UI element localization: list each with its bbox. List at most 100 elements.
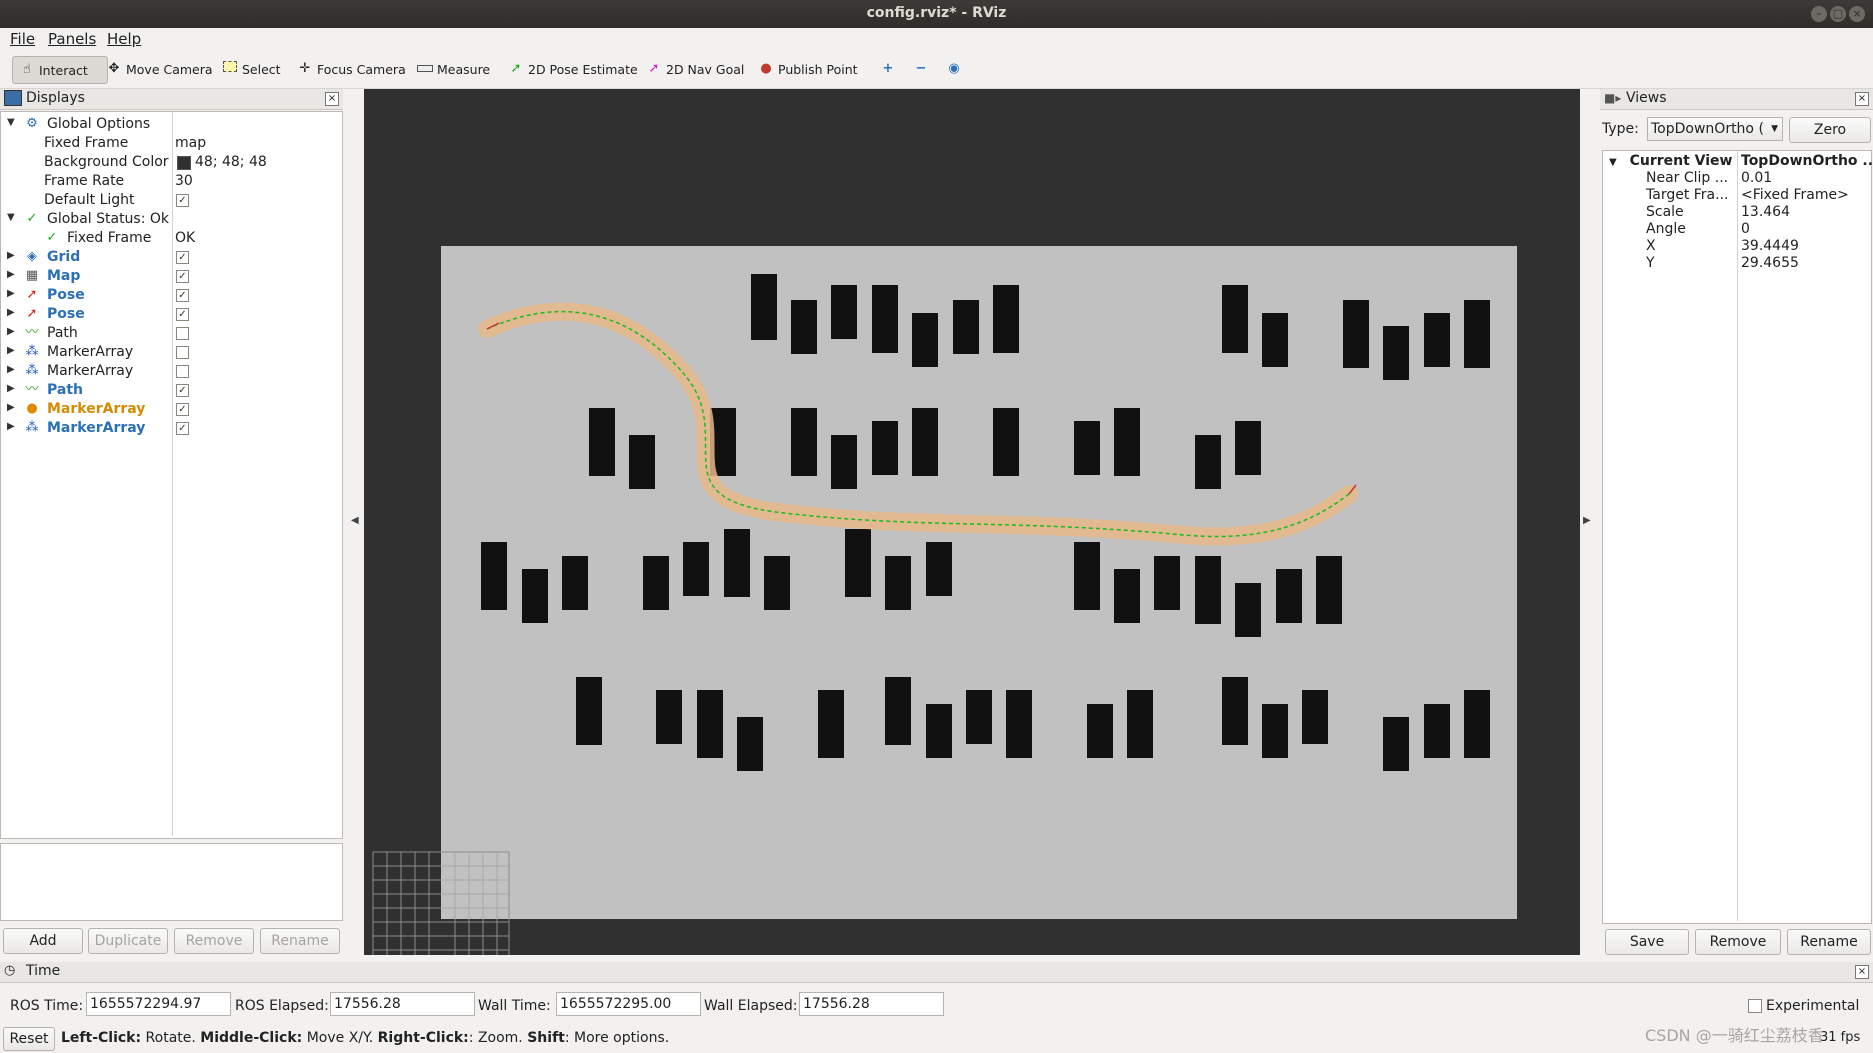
remove-tool-button[interactable]: − — [907, 56, 939, 82]
collapsed-arrow-icon[interactable]: ▶ — [7, 383, 15, 394]
add-display-button[interactable]: Add — [3, 928, 83, 954]
tree-row-pose-2[interactable]: ▶ ➚ Pose ✓ — [1, 305, 340, 324]
map-canvas[interactable] — [364, 89, 1580, 955]
collapsed-arrow-icon[interactable]: ▶ — [7, 307, 15, 318]
tree-row-frame-rate[interactable]: Frame Rate 30 — [1, 172, 340, 191]
collapsed-arrow-icon[interactable]: ▶ — [7, 288, 15, 299]
collapsed-arrow-icon[interactable]: ▶ — [7, 326, 15, 337]
checkbox-unchecked[interactable] — [176, 346, 189, 359]
tree-row-background-color[interactable]: Background Color 48; 48; 48 — [1, 153, 340, 172]
publish-point-tool-button[interactable]: ● Publish Point — [752, 56, 864, 82]
menu-panels[interactable]: Panels — [48, 30, 96, 48]
scale-value[interactable]: 13.464 — [1741, 204, 1790, 221]
tree-row-markerarray-3[interactable]: ▶ ● MarkerArray ✓ — [1, 400, 340, 419]
checkbox-checked[interactable]: ✓ — [176, 289, 189, 302]
pose-estimate-tool-button[interactable]: ➚ 2D Pose Estimate — [502, 56, 644, 82]
ros-time-field[interactable]: 1655572294.97 — [86, 992, 231, 1016]
checkbox-checked[interactable]: ✓ — [176, 251, 189, 264]
duplicate-display-button[interactable]: Duplicate — [88, 928, 168, 954]
add-tool-button[interactable]: + — [874, 56, 906, 82]
tree-row-markerarray-2[interactable]: ▶ ⁂ MarkerArray — [1, 362, 340, 381]
green-arrow-icon: ➚ — [510, 61, 522, 76]
move-camera-tool-button[interactable]: ✥ Move Camera — [100, 56, 219, 82]
save-view-button[interactable]: Save — [1605, 929, 1689, 955]
checkbox-checked[interactable]: ✓ — [176, 308, 189, 321]
expand-arrow-icon[interactable]: ▼ — [7, 212, 15, 223]
close-icon[interactable]: × — [1855, 92, 1869, 106]
checkbox-unchecked[interactable] — [176, 327, 189, 340]
remove-display-button[interactable]: Remove — [174, 928, 254, 954]
tree-row-map[interactable]: ▶ ▦ Map ✓ — [1, 267, 340, 286]
menu-file[interactable]: File — [10, 30, 35, 48]
checkbox-checked[interactable]: ✓ — [176, 403, 189, 416]
tree-row-fixed-frame[interactable]: Fixed Frame map — [1, 134, 340, 153]
collapsed-arrow-icon[interactable]: ▶ — [7, 269, 15, 280]
close-icon[interactable]: × — [1855, 965, 1869, 979]
row-value[interactable]: map — [175, 135, 206, 151]
collapse-left-icon[interactable]: ◀ — [351, 515, 359, 526]
x-value[interactable]: 39.4449 — [1741, 238, 1799, 255]
tree-row-global-options[interactable]: ▼ ⚙ Global Options — [1, 115, 340, 134]
hint-left-text: Rotate. — [141, 1030, 201, 1046]
nav-goal-tool-button[interactable]: ➚ 2D Nav Goal — [640, 56, 750, 82]
minimize-icon[interactable]: – — [1811, 6, 1827, 22]
tree-row-path-2[interactable]: ▶ 〰 Path ✓ — [1, 381, 340, 400]
collapsed-arrow-icon[interactable]: ▶ — [7, 345, 15, 356]
view-type-dropdown[interactable]: TopDownOrtho ( ▼ — [1647, 117, 1783, 141]
tree-row-markerarray-4[interactable]: ▶ ⁂ MarkerArray ✓ — [1, 419, 340, 438]
render-viewport[interactable] — [364, 89, 1580, 955]
collapsed-arrow-icon[interactable]: ▶ — [7, 402, 15, 413]
remove-view-button[interactable]: Remove — [1695, 929, 1781, 955]
row-value[interactable]: 48; 48; 48 — [195, 154, 267, 170]
property-description-box — [0, 843, 343, 921]
select-tool-button[interactable]: Select — [216, 56, 287, 82]
tree-row-pose-1[interactable]: ▶ ➚ Pose ✓ — [1, 286, 340, 305]
rename-view-button[interactable]: Rename — [1787, 929, 1871, 955]
expand-arrow-icon[interactable]: ▼ — [7, 117, 15, 128]
checkbox-checked[interactable]: ✓ — [176, 270, 189, 283]
measure-tool-button[interactable]: Measure — [411, 56, 496, 82]
expand-arrow-icon[interactable]: ▼ — [1609, 157, 1617, 168]
target-frame-value[interactable]: <Fixed Frame> — [1741, 187, 1849, 204]
tree-row-default-light[interactable]: Default Light ✓ — [1, 191, 340, 210]
collapsed-arrow-icon[interactable]: ▶ — [7, 250, 15, 261]
current-view-label: Current View — [1629, 153, 1733, 169]
ros-elapsed-field[interactable]: 17556.28 — [330, 992, 475, 1016]
interact-tool-button[interactable]: ☝ Interact — [12, 56, 108, 84]
row-label: Path — [47, 382, 83, 398]
reset-button[interactable]: Reset — [3, 1027, 55, 1051]
wall-elapsed-field[interactable]: 17556.28 — [799, 992, 944, 1016]
fps-readout: 31 fps — [1820, 1030, 1861, 1045]
pose-estimate-label: 2D Pose Estimate — [528, 61, 638, 77]
checkbox-checked[interactable]: ✓ — [176, 422, 189, 435]
experimental-checkbox[interactable] — [1748, 999, 1762, 1013]
tree-row-status-fixed-frame[interactable]: ✓ Fixed Frame OK — [1, 229, 340, 248]
tree-row-grid[interactable]: ▶ ◈ Grid ✓ — [1, 248, 340, 267]
checkbox-checked[interactable]: ✓ — [176, 194, 189, 207]
angle-value[interactable]: 0 — [1741, 221, 1750, 238]
zero-button[interactable]: Zero — [1789, 117, 1871, 143]
checkbox-unchecked[interactable] — [176, 365, 189, 378]
checkbox-checked[interactable]: ✓ — [176, 384, 189, 397]
row-label: MarkerArray — [47, 420, 146, 436]
y-value[interactable]: 29.4655 — [1741, 255, 1799, 272]
near-clip-value[interactable]: 0.01 — [1741, 170, 1772, 187]
tree-row-global-status[interactable]: ▼ ✓ Global Status: Ok — [1, 210, 340, 229]
collapse-right-icon[interactable]: ▶ — [1583, 515, 1591, 526]
current-view-row[interactable]: ▼ Current View — [1609, 153, 1732, 170]
marker-array-icon: ⁂ — [25, 363, 39, 378]
wall-time-field[interactable]: 1655572295.00 — [556, 992, 701, 1016]
tool-properties-button[interactable]: ◉ — [940, 56, 972, 82]
menu-help[interactable]: Help — [107, 30, 141, 48]
close-icon[interactable]: × — [325, 92, 339, 106]
row-value[interactable]: 30 — [175, 173, 193, 189]
close-icon[interactable]: × — [1849, 6, 1865, 22]
focus-camera-tool-button[interactable]: ✛ Focus Camera — [291, 56, 412, 82]
tree-row-path-1[interactable]: ▶ 〰 Path — [1, 324, 340, 343]
rename-display-button[interactable]: Rename — [260, 928, 340, 954]
collapsed-arrow-icon[interactable]: ▶ — [7, 421, 15, 432]
collapsed-arrow-icon[interactable]: ▶ — [7, 364, 15, 375]
maximize-icon[interactable]: □ — [1830, 6, 1846, 22]
color-swatch[interactable] — [177, 156, 191, 170]
tree-row-markerarray-1[interactable]: ▶ ⁂ MarkerArray — [1, 343, 340, 362]
